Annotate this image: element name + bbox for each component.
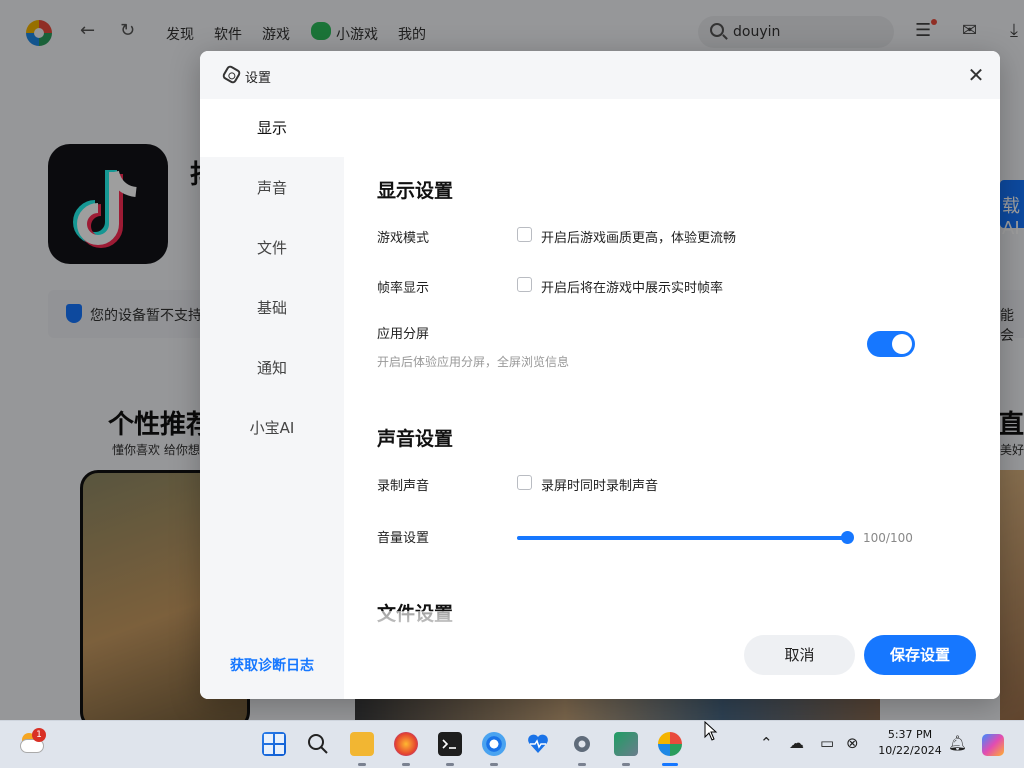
settings-dialog: 设置 ✕ 显示 声音 文件 基础 通知 小宝AI 获取诊断日志 显示设置 游戏模…: [200, 51, 1000, 699]
settings-icon: [221, 64, 242, 85]
sidebar-item-notify[interactable]: 通知: [200, 339, 344, 397]
start-icon[interactable]: [262, 732, 286, 756]
game-mode-checkbox[interactable]: [517, 227, 532, 242]
clock-date: 10/22/2024: [878, 744, 942, 757]
settings-indicator: [578, 763, 586, 766]
dialog-header: 设置 ✕: [200, 51, 1000, 99]
firefox-icon[interactable]: [394, 732, 418, 756]
sidebar-item-file[interactable]: 文件: [200, 219, 344, 277]
mouse-cursor-icon: [704, 721, 718, 741]
weather-badge: 1: [32, 728, 46, 742]
firefox-indicator: [402, 763, 410, 766]
fps-label: 帧率显示: [377, 281, 430, 296]
app-install-icon[interactable]: [614, 732, 638, 756]
dialog-title: 设置: [245, 71, 272, 86]
volume-label: 音量设置: [377, 531, 430, 546]
volume-fill: [517, 536, 847, 540]
volume-slider[interactable]: [517, 536, 847, 540]
notification-bell-icon[interactable]: 🔔︎: [948, 734, 967, 752]
search-taskbar-icon[interactable]: [306, 732, 330, 756]
display-icon[interactable]: ▭: [820, 734, 834, 752]
toggle-knob: [892, 334, 912, 354]
sound-section-title: 声音设置: [377, 428, 454, 450]
display-section-title: 显示设置: [377, 180, 454, 202]
clock-time: 5:37 PM: [887, 728, 933, 741]
app-store-taskbar-icon[interactable]: [658, 732, 682, 756]
copilot-icon[interactable]: [982, 734, 1004, 756]
explorer-indicator: [358, 763, 366, 766]
fps-checkbox[interactable]: [517, 277, 532, 292]
settings-sidebar: 显示 声音 文件 基础 通知 小宝AI 获取诊断日志: [200, 99, 344, 699]
network-icon[interactable]: ⊗: [846, 734, 859, 752]
settings-gear-icon[interactable]: [570, 732, 594, 756]
sidebar-item-ai[interactable]: 小宝AI: [200, 399, 344, 457]
volume-slider-handle[interactable]: [841, 531, 854, 544]
split-screen-desc: 开启后体验应用分屏，全屏浏览信息: [377, 355, 570, 369]
sidebar-item-sound[interactable]: 声音: [200, 159, 344, 217]
record-sound-checkbox[interactable]: [517, 475, 532, 490]
taskbar-clock[interactable]: 5:37 PM 10/22/2024: [870, 727, 950, 759]
game-mode-label: 游戏模式: [377, 231, 430, 246]
settings-content: 显示设置 游戏模式 开启后游戏画质更高，体验更流畅 帧率显示 开启后将在游戏中展…: [344, 99, 1000, 699]
chevron-up-icon[interactable]: ⌃: [760, 734, 773, 752]
split-screen-label: 应用分屏: [377, 327, 430, 342]
diagnostic-log-link[interactable]: 获取诊断日志: [200, 655, 344, 675]
game-mode-option[interactable]: 开启后游戏画质更高，体验更流畅: [541, 227, 736, 246]
split-screen-toggle[interactable]: [867, 331, 915, 357]
volume-value: 100/100: [863, 531, 913, 545]
save-button[interactable]: 保存设置: [864, 635, 976, 675]
app-store-indicator: [662, 763, 678, 766]
terminal-indicator: [446, 763, 454, 766]
file-explorer-icon[interactable]: [350, 732, 374, 756]
sidebar-item-display[interactable]: 显示: [200, 99, 344, 157]
fps-option[interactable]: 开启后将在游戏中展示实时帧率: [541, 277, 723, 296]
onedrive-icon[interactable]: ☁: [789, 734, 804, 752]
cancel-button[interactable]: 取消: [744, 635, 855, 675]
record-sound-option[interactable]: 录屏时同时录制声音: [541, 475, 658, 494]
chrome-icon[interactable]: [482, 732, 506, 756]
close-icon[interactable]: ✕: [966, 63, 986, 87]
health-monitor-icon[interactable]: [526, 732, 550, 756]
app-install-indicator: [622, 763, 630, 766]
terminal-icon[interactable]: [438, 732, 462, 756]
record-sound-label: 录制声音: [377, 479, 430, 494]
sidebar-item-basic[interactable]: 基础: [200, 279, 344, 337]
chrome-indicator: [490, 763, 498, 766]
